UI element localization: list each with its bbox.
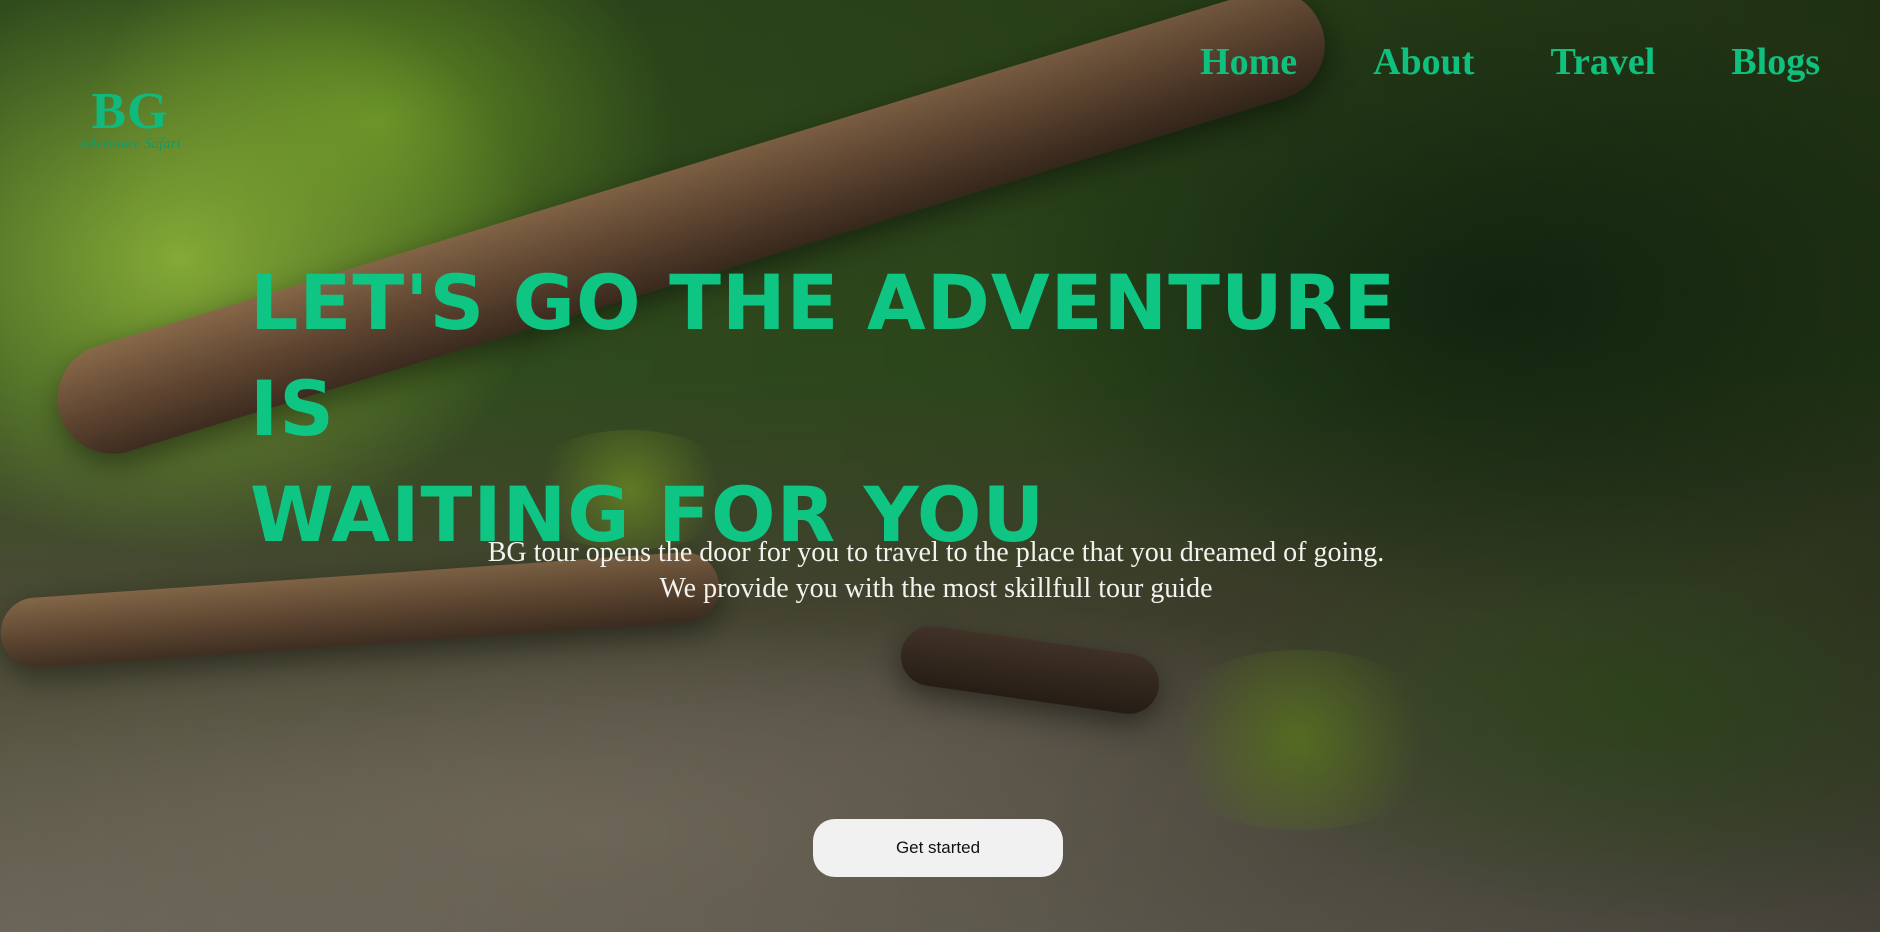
headline-line-1: LET'S GO THE ADVENTURE IS	[250, 258, 1397, 453]
subtext-line-2: We provide you with the most skillfull t…	[659, 573, 1213, 604]
hero-subtext: BG tour opens the door for you to travel…	[336, 535, 1536, 607]
nav-link-about[interactable]: About	[1373, 40, 1474, 84]
subtext-line-1: BG tour opens the door for you to travel…	[487, 537, 1385, 568]
site-logo[interactable]: BG Adventure Safari	[50, 86, 210, 156]
hero-headline: LET'S GO THE ADVENTURE IS WAITING FOR YO…	[250, 250, 1450, 568]
hero-section: BG Adventure Safari Home About Travel Bl…	[0, 0, 1880, 932]
logo-mark: BG	[91, 83, 169, 140]
get-started-button[interactable]: Get started	[813, 819, 1063, 877]
nav-link-home[interactable]: Home	[1200, 40, 1297, 84]
nav-link-blogs[interactable]: Blogs	[1731, 40, 1820, 84]
main-nav: Home About Travel Blogs	[1200, 40, 1820, 84]
logo-tagline: Adventure Safari	[79, 136, 181, 152]
nav-link-travel[interactable]: Travel	[1550, 40, 1655, 84]
